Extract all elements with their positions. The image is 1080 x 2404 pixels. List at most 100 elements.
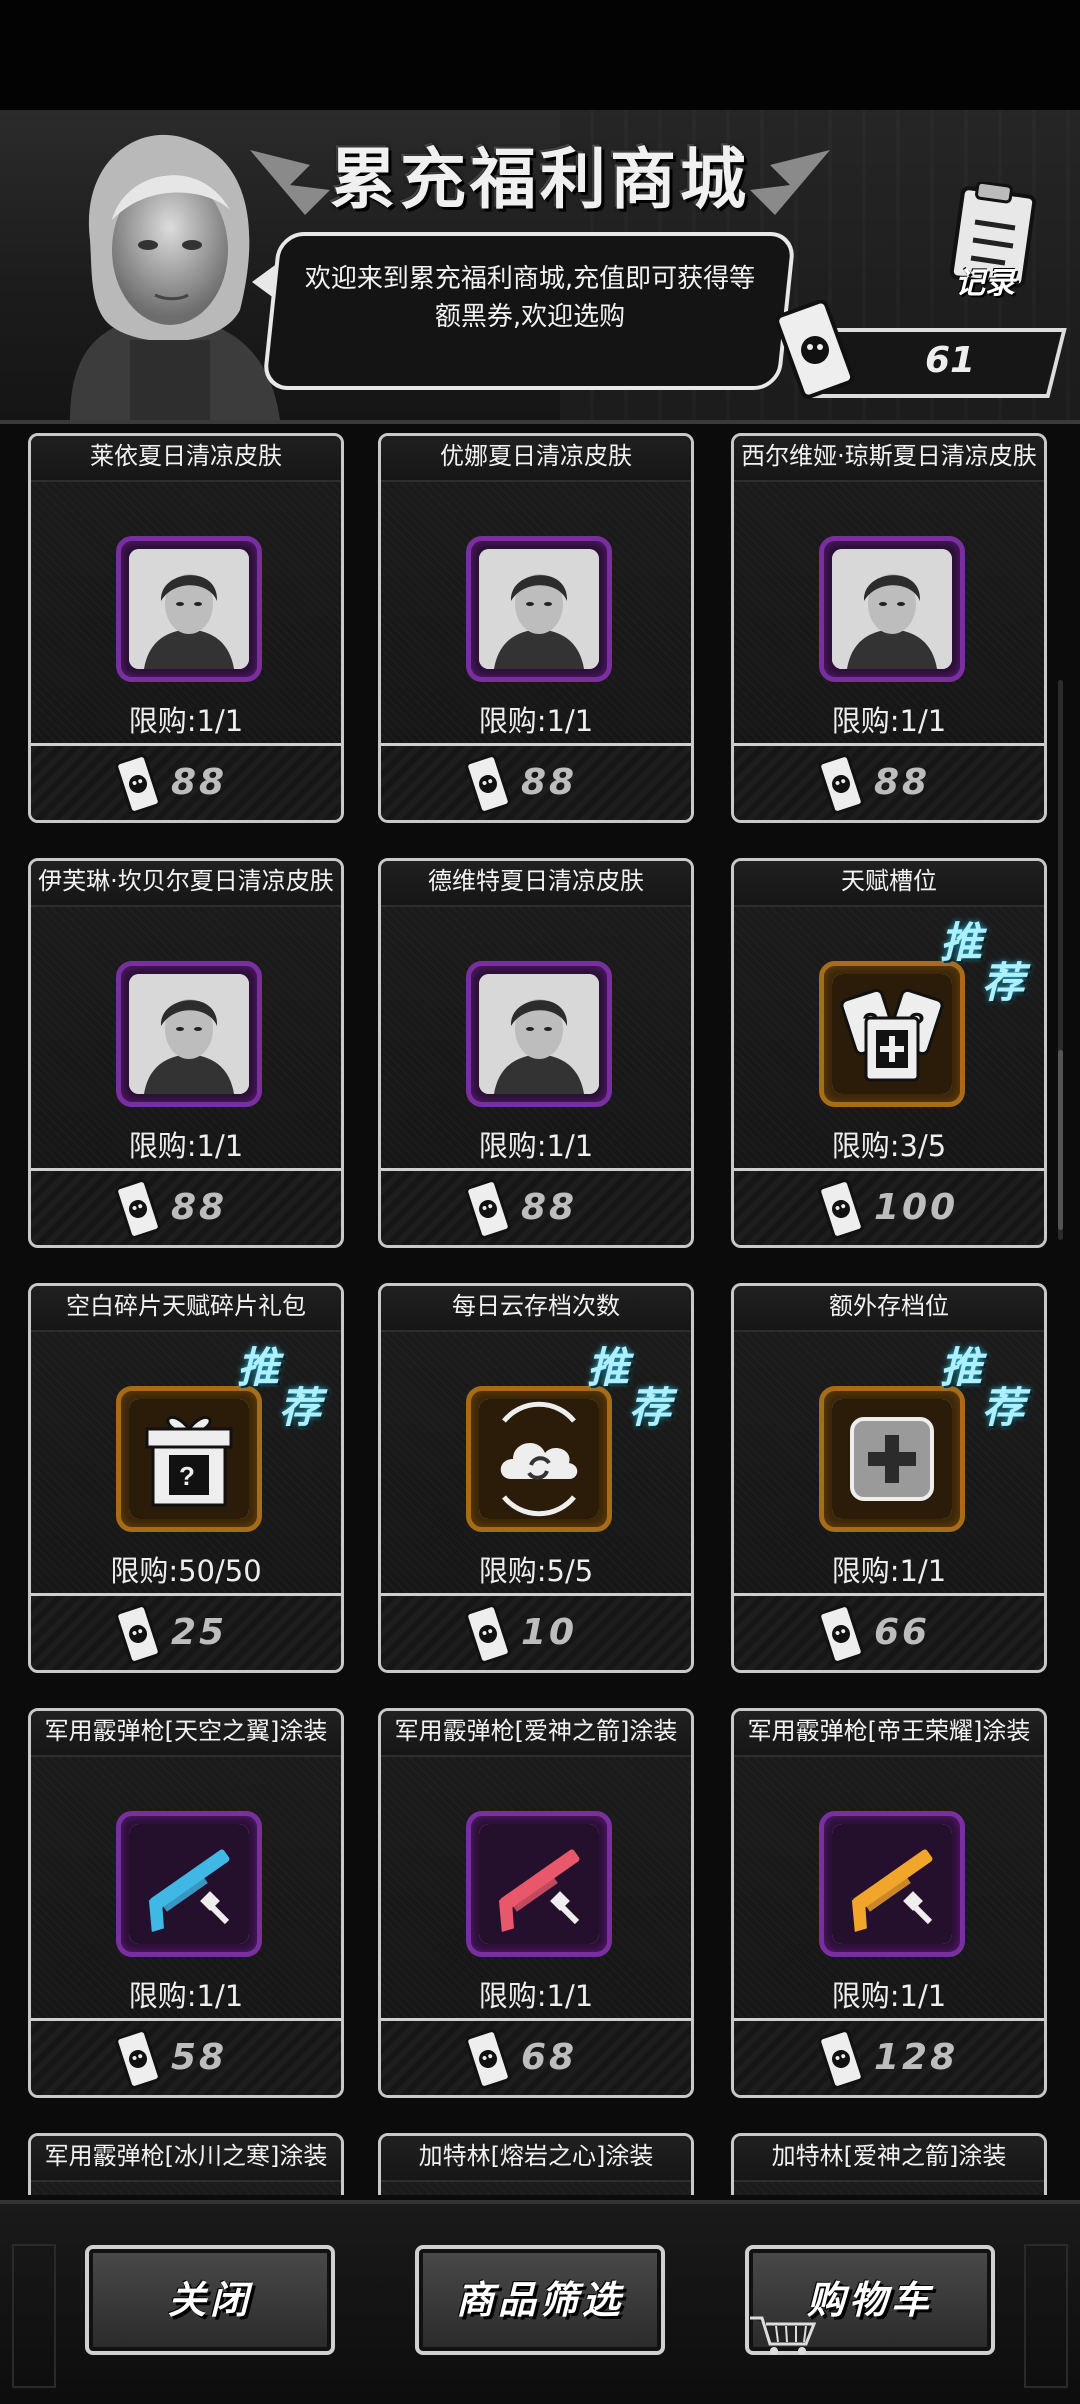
footer-decoration-right xyxy=(1024,2244,1068,2388)
recommend-badge-text: 荐 xyxy=(982,1383,1025,1432)
item-price: 66 xyxy=(874,1612,931,1653)
page-title: 累充福利商城 xyxy=(330,141,750,218)
item-price: 25 xyxy=(171,1612,228,1653)
item-icon-frame[interactable] xyxy=(116,1811,262,1957)
shop-item-card[interactable]: 德维特夏日清凉皮肤限购:1/1 88 xyxy=(378,858,694,1248)
price-bar[interactable]: 88 xyxy=(734,743,1044,820)
black-ticket-icon xyxy=(816,1179,866,1239)
item-price: 88 xyxy=(521,762,578,803)
price-bar[interactable]: 88 xyxy=(31,743,341,820)
black-ticket-icon xyxy=(463,2029,513,2089)
shop-item-card[interactable]: 空白碎片天赋碎片礼包? 推荐限购:50/50 25 xyxy=(28,1283,344,1673)
recommend-badge: 推荐 xyxy=(940,909,1036,1009)
scrollbar[interactable] xyxy=(1058,680,1063,1240)
shop-item-card[interactable]: 军用霰弹枪[天空之翼]涂装 限购:1/1 58 xyxy=(28,1708,344,2098)
scrollbar-thumb[interactable] xyxy=(1058,1050,1063,1230)
purchase-limit: 限购:5/5 xyxy=(478,1554,594,1588)
item-name: 莱依夏日清凉皮肤 xyxy=(31,436,341,482)
shop-item-card[interactable]: 每日云存档次数推荐限购:5/5 10 xyxy=(378,1283,694,1673)
item-name: 西尔维娅·琼斯夏日清凉皮肤 xyxy=(734,436,1044,482)
shop-item-card[interactable]: 加特林[爱神之箭]涂装 xyxy=(731,2133,1047,2195)
recommend-badge-text: 荐 xyxy=(279,1383,322,1432)
item-icon-frame[interactable] xyxy=(819,1811,965,1957)
item-name: 额外存档位 xyxy=(734,1286,1044,1332)
svg-text:?: ? xyxy=(179,1461,195,1491)
price-bar[interactable]: 88 xyxy=(381,1168,691,1245)
purchase-limit: 限购:1/1 xyxy=(128,1979,244,2013)
price-bar[interactable]: 25 xyxy=(31,1593,341,1670)
balance-value: 61 xyxy=(924,340,976,381)
item-icon-frame[interactable] xyxy=(466,1811,612,1957)
shop-item-grid[interactable]: 莱依夏日清凉皮肤 限购:1/1 88 优娜夏日清凉皮肤 限购:1/1 88 西尔维娅·琼斯夏… xyxy=(28,433,1052,2195)
item-price: 68 xyxy=(521,2037,578,2078)
black-ticket-icon xyxy=(463,1179,513,1239)
black-ticket-icon xyxy=(113,1179,163,1239)
item-icon-frame[interactable] xyxy=(819,536,965,682)
shop-item-card[interactable]: 军用霰弹枪[冰川之寒]涂装 xyxy=(28,2133,344,2195)
price-bar[interactable]: 58 xyxy=(31,2018,341,2095)
item-name: 空白碎片天赋碎片礼包 xyxy=(31,1286,341,1332)
shop-item-card[interactable]: 天赋槽位??推荐限购:3/5100 xyxy=(731,858,1047,1248)
item-price: 100 xyxy=(874,1187,959,1228)
item-icon-frame[interactable] xyxy=(466,961,612,1107)
recommend-badge: 推荐 xyxy=(940,1334,1036,1434)
record-label[interactable]: 记录 xyxy=(955,258,1015,302)
close-button[interactable]: 关闭 xyxy=(85,2245,335,2355)
price-bar[interactable]: 88 xyxy=(381,743,691,820)
price-bar[interactable]: 66 xyxy=(734,1593,1044,1670)
recommend-badge-text: 荐 xyxy=(982,958,1025,1007)
shop-item-card[interactable]: 优娜夏日清凉皮肤 限购:1/1 88 xyxy=(378,433,694,823)
price-bar[interactable]: 128 xyxy=(734,2018,1044,2095)
recommend-badge-text: 推 xyxy=(940,918,983,967)
recommend-badge: 推荐 xyxy=(587,1334,683,1434)
black-ticket-icon xyxy=(775,300,855,399)
purchase-limit: 限购:1/1 xyxy=(478,1979,594,2013)
shop-item-card[interactable]: 额外存档位推荐限购:1/1 66 xyxy=(731,1283,1047,1673)
item-icon-frame[interactable] xyxy=(116,536,262,682)
purchase-limit: 限购:1/1 xyxy=(831,1979,947,2013)
purchase-limit: 限购:1/1 xyxy=(128,704,244,738)
price-bar[interactable]: 100 xyxy=(734,1168,1044,1245)
item-icon-frame[interactable] xyxy=(466,536,612,682)
shop-item-card[interactable]: 军用霰弹枪[爱神之箭]涂装 限购:1/1 68 xyxy=(378,1708,694,2098)
recommend-badge-text: 推 xyxy=(237,1343,280,1392)
character-portrait-icon xyxy=(832,549,952,669)
item-price: 10 xyxy=(521,1612,578,1653)
purchase-limit: 限购:1/1 xyxy=(478,1129,594,1163)
item-price: 88 xyxy=(874,762,931,803)
item-icon-frame[interactable] xyxy=(116,961,262,1107)
price-bar[interactable]: 10 xyxy=(381,1593,691,1670)
item-name: 天赋槽位 xyxy=(734,861,1044,907)
item-name: 优娜夏日清凉皮肤 xyxy=(381,436,691,482)
price-bar[interactable]: 68 xyxy=(381,2018,691,2095)
item-price: 88 xyxy=(171,1187,228,1228)
item-name: 加特林[熔岩之心]涂装 xyxy=(381,2136,691,2182)
black-ticket-icon xyxy=(816,2029,866,2089)
black-ticket-icon xyxy=(113,2029,163,2089)
black-ticket-icon xyxy=(816,754,866,814)
shop-item-card[interactable]: 军用霰弹枪[帝王荣耀]涂装限购:1/1 128 xyxy=(731,1708,1047,2098)
shop-item-card[interactable]: 加特林[熔岩之心]涂装 xyxy=(378,2133,694,2195)
shop-item-card[interactable]: 莱依夏日清凉皮肤限购:1/1 88 xyxy=(28,433,344,823)
footer-decoration-left xyxy=(12,2244,56,2388)
item-name: 伊芙琳·坎贝尔夏日清凉皮肤 xyxy=(31,861,341,907)
recommend-badge-text: 推 xyxy=(940,1343,983,1392)
item-price: 88 xyxy=(171,762,228,803)
item-name: 德维特夏日清凉皮肤 xyxy=(381,861,691,907)
item-name: 每日云存档次数 xyxy=(381,1286,691,1332)
gift-box-icon: ? xyxy=(129,1399,249,1519)
shop-item-card[interactable]: 伊芙琳·坎贝尔夏日清凉皮肤限购:1/1 88 xyxy=(28,858,344,1248)
item-price: 58 xyxy=(171,2037,228,2078)
cart-icon xyxy=(750,2316,817,2355)
purchase-limit: 限购:1/1 xyxy=(128,1129,244,1163)
cloud-sync-icon xyxy=(479,1399,599,1519)
close-button-label: 关闭 xyxy=(167,2278,252,2322)
plus-slot-icon xyxy=(832,1399,952,1519)
filter-button[interactable]: 商品筛选 xyxy=(415,2245,665,2355)
shop-item-card[interactable]: 西尔维娅·琼斯夏日清凉皮肤 限购:1/1 88 xyxy=(731,433,1047,823)
filter-button-label: 商品筛选 xyxy=(455,2278,624,2322)
item-name: 军用霰弹枪[帝王荣耀]涂装 xyxy=(734,1711,1044,1757)
price-bar[interactable]: 88 xyxy=(31,1168,341,1245)
black-ticket-icon xyxy=(113,754,163,814)
recommend-badge-text: 推 xyxy=(587,1343,630,1392)
